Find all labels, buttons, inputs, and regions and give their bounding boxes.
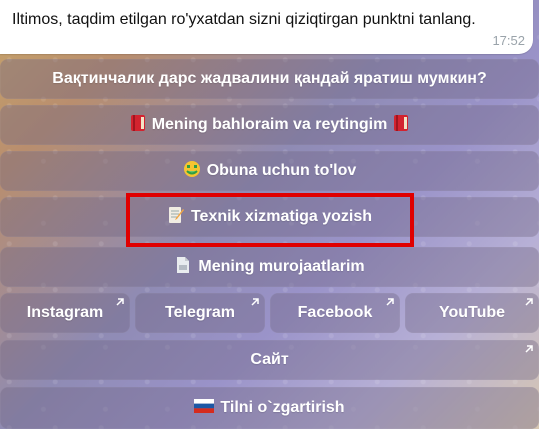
button-label: Сайт	[250, 351, 289, 368]
book-red-icon	[130, 114, 146, 136]
button-temporary-schedule[interactable]: Вақтинчалик дарс жадвалини қандай яратиш…	[0, 59, 539, 99]
button-telegram[interactable]: Telegram	[135, 293, 265, 333]
button-subscription-payment[interactable]: Obuna uchun to'lov	[0, 151, 539, 191]
button-grades-rating[interactable]: Mening bahloraim va reytingim	[0, 105, 539, 145]
button-label: Facebook	[297, 304, 373, 321]
external-link-arrow-icon	[386, 298, 394, 306]
message-text: Iltimos, taqdim etilgan ro'yxatdan sizni…	[12, 11, 476, 28]
highlight-box	[126, 193, 414, 247]
button-label: Telegram	[165, 304, 235, 321]
external-link-arrow-icon	[525, 298, 533, 306]
external-link-arrow-icon	[116, 298, 124, 306]
money-mouth-face-icon	[183, 160, 201, 182]
button-label: Вақтинчалик дарс жадвалини қандай яратиш…	[52, 70, 487, 87]
button-youtube[interactable]: YouTube	[405, 293, 539, 333]
book-red-icon	[393, 114, 409, 136]
external-link-arrow-icon	[525, 345, 533, 353]
message-time: 17:52	[492, 33, 525, 48]
bot-message: Iltimos, taqdim etilgan ro'yxatdan sizni…	[0, 0, 533, 54]
button-label: YouTube	[438, 304, 506, 321]
button-label: Mening bahloraim va reytingim	[151, 116, 388, 133]
external-link-arrow-icon	[251, 298, 259, 306]
button-label: Instagram	[26, 304, 104, 321]
button-facebook[interactable]: Facebook	[270, 293, 400, 333]
button-change-language[interactable]: Tilni o`zgartirish	[0, 387, 539, 429]
button-label: Tilni o`zgartirish	[220, 399, 345, 416]
button-label: Mening murojaatlarim	[198, 258, 365, 275]
russia-flag-icon	[194, 399, 215, 417]
button-instagram[interactable]: Instagram	[0, 293, 130, 333]
document-icon	[174, 256, 192, 278]
button-my-requests[interactable]: Mening murojaatlarim	[0, 247, 539, 287]
button-label: Obuna uchun to'lov	[206, 162, 357, 179]
button-site[interactable]: Сайт	[0, 340, 539, 380]
